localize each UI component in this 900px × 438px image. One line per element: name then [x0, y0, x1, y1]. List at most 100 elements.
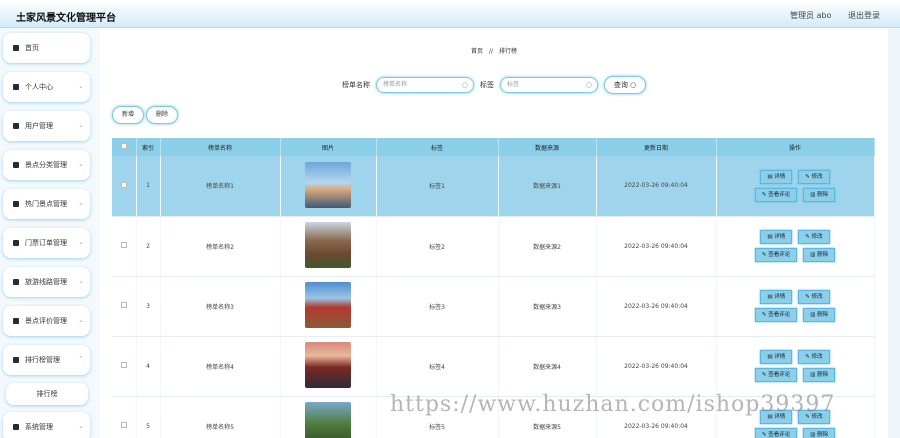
sidebar-item-reviews[interactable]: 景点评价管理 ⌄ [3, 306, 90, 336]
cell-index: 2 [136, 216, 161, 277]
chevron-up-icon: ⌃ [78, 355, 84, 363]
row-checkbox[interactable] [120, 181, 127, 188]
cell-source: 数据来源1 [498, 156, 597, 217]
home-icon [13, 45, 19, 51]
header-actions: 操作 [716, 138, 875, 156]
view-comments-button[interactable]: ✎ 查看评论 [754, 187, 798, 202]
cell-tag: 标签2 [376, 216, 499, 277]
ranking-image [305, 342, 351, 388]
detail-button[interactable]: ▤ 详情 [760, 350, 793, 364]
row-checkbox[interactable] [120, 422, 127, 428]
search-bar: 榜单名称 榜单名称 ○ 标签 标签 ○ 查询 ○ [100, 76, 888, 94]
cell-tag: 标签4 [376, 336, 499, 397]
action-bar: 新增 删除 [112, 106, 178, 124]
sidebar-item-category[interactable]: 景点分类管理 ⌄ [3, 150, 90, 180]
name-label: 榜单名称 [342, 81, 370, 89]
user-icon [13, 162, 19, 168]
chevron-down-icon: ⌄ [78, 160, 84, 168]
table-row[interactable]: 4 榜单名称4 标签4 数据来源4 2022-03-26 09:40:04 ▤ … [112, 336, 875, 397]
sidebar-subitem-ranking-list[interactable]: 排行榜 [6, 383, 88, 405]
cell-source: 数据来源2 [498, 216, 597, 277]
header-date: 更新日期 [596, 138, 717, 156]
sidebar-item-rankings[interactable]: 排行榜管理 ⌃ [3, 345, 90, 375]
table-header-row: 索引 榜单名称 图片 标签 数据来源 更新日期 操作 [112, 138, 875, 156]
sidebar-item-ticket-orders[interactable]: 门票订单管理 ⌄ [3, 228, 90, 258]
table-row[interactable]: 3 榜单名称3 标签3 数据来源3 2022-03-26 09:40:04 ▤ … [112, 276, 875, 337]
chevron-down-icon: ⌄ [78, 82, 84, 90]
grid-icon [13, 279, 19, 285]
chevron-down-icon: ⌄ [78, 238, 84, 246]
view-comments-button[interactable]: ✎ 查看评论 [754, 248, 798, 262]
row-delete-button[interactable]: ▥ 删除 [803, 368, 836, 382]
edit-button[interactable]: ✎ 修改 [798, 230, 830, 244]
edit-button[interactable]: ✎ 修改 [798, 350, 830, 364]
sidebar-item-system[interactable]: 系统管理 ⌄ [3, 412, 90, 438]
view-comments-button[interactable]: ✎ 查看评论 [754, 368, 798, 382]
detail-button[interactable]: ▤ 详情 [760, 230, 793, 244]
add-button[interactable]: 新增 [112, 106, 144, 124]
chart-icon [13, 424, 19, 430]
chevron-down-icon: ⌄ [78, 277, 84, 285]
comment-icon [13, 318, 19, 324]
clear-icon: ○ [585, 81, 592, 89]
table-row[interactable]: 1 榜单名称1 标签1 数据来源1 2022-03-26 09:40:04 ▤ … [112, 156, 875, 217]
app-title: 土家风景文化管理平台 [16, 13, 116, 24]
edit-button[interactable]: ✎ 修改 [798, 169, 830, 184]
breadcrumb: 首页 // 排行榜 [100, 46, 888, 55]
cell-source: 数据来源4 [498, 336, 597, 397]
breadcrumb-home[interactable]: 首页 [471, 48, 483, 55]
admin-label: 管理员 abo [790, 11, 832, 20]
row-checkbox[interactable] [120, 362, 127, 368]
delete-button[interactable]: 删除 [146, 106, 178, 124]
cell-date: 2022-03-26 09:40:04 [596, 216, 717, 277]
sidebar-item-routes[interactable]: 旅游线路管理 ⌄ [3, 267, 90, 297]
chevron-down-icon: ⌄ [78, 121, 84, 129]
sidebar-item-users[interactable]: 用户管理 ⌄ [3, 111, 90, 141]
row-checkbox[interactable] [120, 302, 127, 308]
cell-name: 榜单名称4 [160, 336, 281, 397]
ranking-image [305, 222, 351, 268]
cell-date: 2022-03-26 09:40:04 [596, 336, 717, 397]
top-right-area: 管理员 abo 退出登录 [776, 10, 880, 21]
tag-search-input[interactable]: 标签 ○ [500, 77, 598, 93]
cell-index: 3 [136, 276, 161, 337]
search-icon: ○ [630, 81, 637, 89]
logout-link[interactable]: 退出登录 [848, 11, 880, 20]
query-button[interactable]: 查询 ○ [604, 76, 646, 94]
chevron-down-icon: ⌄ [78, 422, 84, 430]
sidebar-item-home[interactable]: 首页 [3, 33, 90, 63]
row-delete-button[interactable]: ▥ 删除 [803, 248, 836, 262]
top-bar: 土家风景文化管理平台 管理员 abo 退出登录 [0, 0, 900, 28]
watermark: https://www.huzhan.com/ishop39397 [390, 392, 836, 417]
detail-button[interactable]: ▤ 详情 [760, 169, 793, 184]
table-row[interactable]: 2 榜单名称2 标签2 数据来源2 2022-03-26 09:40:04 ▤ … [112, 216, 875, 277]
cell-date: 2022-03-26 09:40:04 [596, 276, 717, 337]
view-comments-button[interactable]: ✎ 查看评论 [754, 308, 798, 322]
user-icon [13, 84, 19, 90]
breadcrumb-current: 排行榜 [498, 48, 517, 55]
view-comments-button[interactable]: ✎ 查看评论 [754, 428, 798, 438]
grid-icon [13, 201, 19, 207]
sidebar-item-hot-spots[interactable]: 热门景点管理 ⌄ [3, 189, 90, 219]
tag-label: 标签 [480, 81, 494, 89]
cell-name: 榜单名称1 [160, 156, 281, 217]
row-delete-button[interactable]: ▥ 删除 [803, 187, 836, 202]
grid-icon [13, 357, 19, 363]
select-all-checkbox[interactable] [120, 143, 127, 149]
detail-button[interactable]: ▤ 详情 [760, 290, 793, 304]
ranking-image [305, 402, 351, 438]
cell-date: 2022-03-26 09:40:04 [596, 156, 717, 217]
cell-tag: 标签3 [376, 276, 499, 337]
row-delete-button[interactable]: ▥ 删除 [803, 308, 836, 322]
cell-name: 榜单名称5 [160, 396, 281, 438]
select-all-header[interactable] [112, 138, 137, 156]
chevron-down-icon: ⌄ [78, 199, 84, 207]
breadcrumb-separator: // [488, 48, 494, 55]
main-content: 首页 // 排行榜 榜单名称 榜单名称 ○ 标签 标签 ○ 查询 ○ 新增 删除 索… [100, 28, 888, 438]
clear-icon: ○ [461, 81, 468, 89]
edit-button[interactable]: ✎ 修改 [798, 290, 830, 304]
name-search-input[interactable]: 榜单名称 ○ [376, 77, 474, 93]
sidebar-item-profile[interactable]: 个人中心 ⌄ [3, 72, 90, 102]
row-delete-button[interactable]: ▥ 删除 [803, 428, 836, 438]
row-checkbox[interactable] [120, 242, 127, 248]
